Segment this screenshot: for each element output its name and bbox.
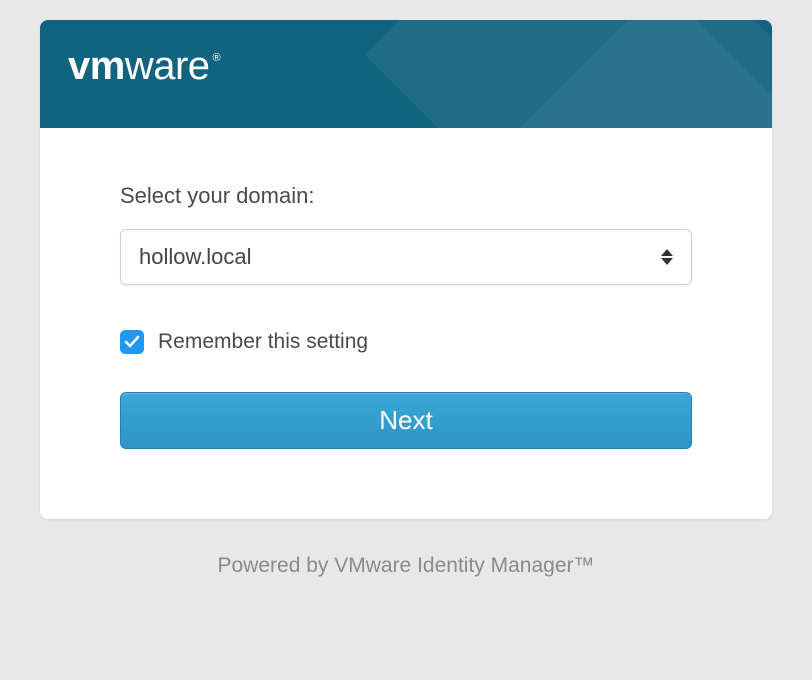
domain-select-value: hollow.local [139,244,661,270]
remember-checkbox[interactable] [120,330,144,354]
card-content: Select your domain: hollow.local Remembe… [40,128,772,519]
footer-text: Powered by VMware Identity Manager™ [40,554,772,578]
vmware-logo: vmware® [68,44,744,89]
login-card: vmware® Select your domain: hollow.local… [40,20,772,519]
card-header: vmware® [40,20,772,128]
domain-label: Select your domain: [120,183,692,209]
logo-light-part: ware [125,44,210,89]
checkmark-icon [124,334,140,350]
remember-label: Remember this setting [158,330,368,354]
logo-bold-part: vm [68,44,125,89]
select-arrows-icon [661,249,673,265]
logo-registered-mark: ® [213,52,221,64]
remember-row: Remember this setting [120,330,692,354]
next-button[interactable]: Next [120,392,692,449]
domain-select[interactable]: hollow.local [120,229,692,285]
